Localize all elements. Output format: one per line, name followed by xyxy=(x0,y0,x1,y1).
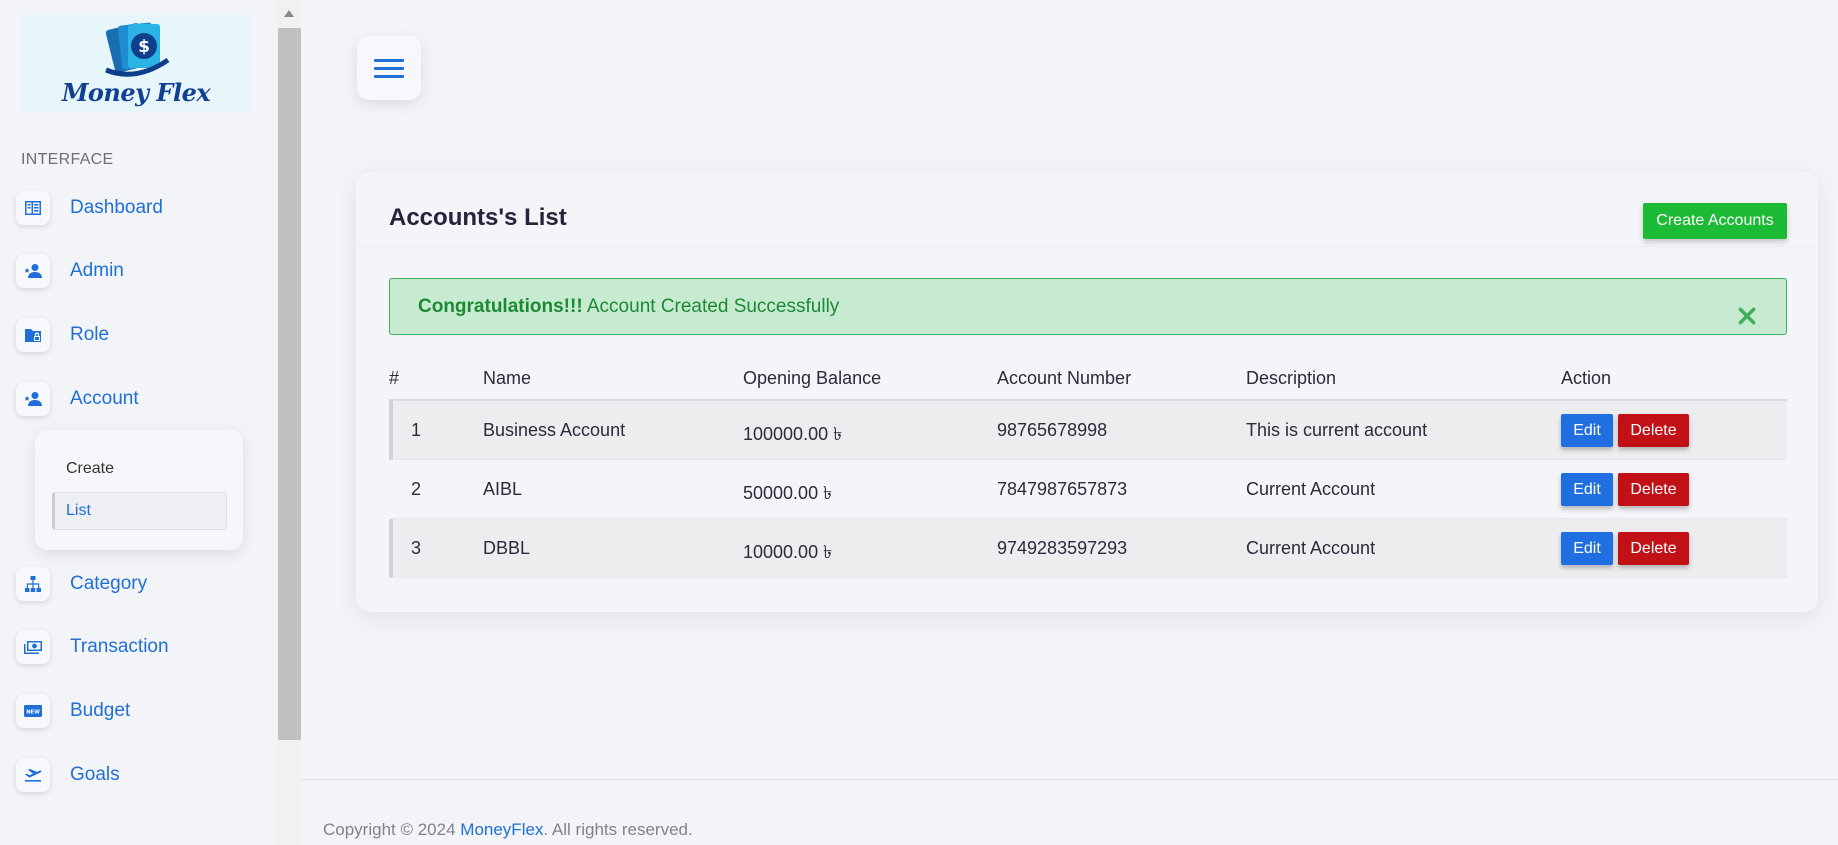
account-description: Current Account xyxy=(1246,538,1376,558)
column-header-number: # xyxy=(389,368,400,388)
sidebar-item-budget[interactable]: NEW Budget xyxy=(16,691,130,731)
folder-lock-icon xyxy=(16,318,50,352)
submenu-item-create[interactable]: Create xyxy=(66,460,114,478)
footer: Copyright © 2024 MoneyFlex. All rights r… xyxy=(323,820,693,840)
sidebar-item-label: Admin xyxy=(70,260,124,281)
table-row: 2 AIBL 50000.00 ৳ 7847987657873 Current … xyxy=(389,460,1787,519)
table-header-row: # Name Opening Balance Account Number De… xyxy=(389,357,1787,401)
table-row: 3 DBBL 10000.00 ৳ 9749283597293 Current … xyxy=(389,519,1787,578)
alert-strong-text: Congratulations!!! xyxy=(418,296,583,317)
sidebar-item-category[interactable]: Category xyxy=(16,564,147,604)
account-submenu: Create List xyxy=(35,430,243,550)
opening-balance: 10000.00 ৳ xyxy=(743,542,833,562)
sidebar-item-label: Account xyxy=(70,388,139,409)
delete-button[interactable]: Delete xyxy=(1618,532,1689,565)
edit-button[interactable]: Edit xyxy=(1561,473,1613,506)
opening-balance: 50000.00 ৳ xyxy=(743,483,833,503)
sidebar-item-label: Category xyxy=(70,573,148,594)
create-accounts-button[interactable]: Create Accounts xyxy=(1643,203,1787,239)
brand-name: Money Flex xyxy=(61,78,211,107)
account-description: Current Account xyxy=(1246,479,1376,499)
account-name: DBBL xyxy=(483,538,531,558)
account-number: 98765678998 xyxy=(997,420,1108,440)
sidebar-item-label: Transaction xyxy=(70,636,169,657)
sidebar-toggle-button[interactable] xyxy=(357,36,421,100)
account-number: 9749283597293 xyxy=(997,538,1128,558)
admin-user-icon xyxy=(16,254,50,288)
sidebar-item-account[interactable]: Account xyxy=(16,379,139,419)
scroll-up-arrow-icon[interactable] xyxy=(284,10,294,17)
sidebar-item-label: Dashboard xyxy=(70,197,163,218)
row-number: 2 xyxy=(411,479,422,499)
account-description: This is current account xyxy=(1246,420,1428,440)
footer-copyright-prefix: Copyright © 2024 xyxy=(323,820,461,839)
sidebar-item-label: Budget xyxy=(70,700,131,721)
column-header-account-number: Account Number xyxy=(997,368,1132,388)
submenu-item-list[interactable]: List xyxy=(52,492,227,530)
page-title: Accounts's List xyxy=(389,204,567,231)
brand-logo[interactable]: $ Money Flex xyxy=(21,15,251,112)
success-alert: Congratulations!!! Account Created Succe… xyxy=(389,278,1787,335)
plane-departure-icon xyxy=(16,758,50,792)
opening-balance: 100000.00 ৳ xyxy=(743,424,843,444)
svg-text:NEW: NEW xyxy=(26,710,40,716)
column-header-name: Name xyxy=(483,368,532,388)
column-header-opening-balance: Opening Balance xyxy=(743,368,882,388)
sidebar-scrollbar[interactable] xyxy=(278,0,301,845)
card-header: Accounts's List Create Accounts xyxy=(356,172,1818,247)
account-user-icon xyxy=(16,382,50,416)
scroll-thumb[interactable] xyxy=(278,28,301,740)
money-logo-icon: $ xyxy=(105,22,170,77)
delete-button[interactable]: Delete xyxy=(1618,473,1689,506)
table-row: 1 Business Account 100000.00 ৳ 987656789… xyxy=(389,401,1787,460)
sidebar-item-dashboard[interactable]: Dashboard xyxy=(16,188,163,228)
footer-brand-link[interactable]: MoneyFlex xyxy=(460,820,543,839)
alert-message: Account Created Successfully xyxy=(582,296,840,317)
section-label-interface: INTERFACE xyxy=(21,151,114,168)
sidebar-item-label: Role xyxy=(70,324,110,345)
column-header-description: Description xyxy=(1246,368,1337,388)
dashboard-icon xyxy=(16,191,50,225)
delete-button[interactable]: Delete xyxy=(1618,414,1689,447)
accounts-list-card: Accounts's List Create Accounts Congratu… xyxy=(356,172,1818,612)
sidebar: $ Money Flex INTERFACE Dashboard Admin R… xyxy=(0,0,278,845)
close-icon[interactable] xyxy=(1736,294,1758,325)
edit-button[interactable]: Edit xyxy=(1561,532,1613,565)
accounts-table: # Name Opening Balance Account Number De… xyxy=(389,357,1787,578)
account-name: AIBL xyxy=(483,479,523,499)
row-number: 1 xyxy=(411,420,422,440)
account-name: Business Account xyxy=(483,420,626,440)
money-icon xyxy=(16,630,50,664)
sidebar-item-goals[interactable]: Goals xyxy=(16,755,120,795)
edit-button[interactable]: Edit xyxy=(1561,414,1613,447)
footer-copyright-suffix: . All rights reserved. xyxy=(543,820,693,839)
column-header-action: Action xyxy=(1561,368,1612,388)
hamburger-menu-icon xyxy=(374,54,404,83)
footer-divider xyxy=(301,779,1838,780)
sidebar-item-role[interactable]: Role xyxy=(16,315,109,355)
new-badge-icon: NEW xyxy=(16,694,50,728)
sitemap-icon xyxy=(16,567,50,601)
sidebar-item-admin[interactable]: Admin xyxy=(16,251,124,291)
sidebar-item-transaction[interactable]: Transaction xyxy=(16,627,169,667)
account-number: 7847987657873 xyxy=(997,479,1128,499)
sidebar-item-label: Goals xyxy=(70,764,120,785)
svg-text:$: $ xyxy=(138,37,150,57)
row-number: 3 xyxy=(411,538,422,558)
